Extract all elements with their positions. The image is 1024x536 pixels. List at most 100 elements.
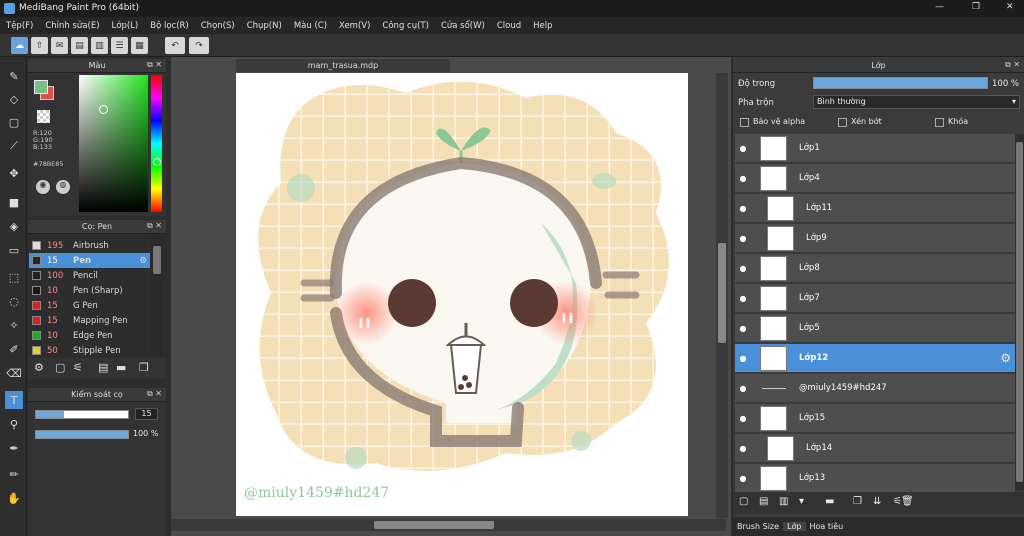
- brush-list-scrollbar[interactable]: [151, 236, 163, 356]
- document-icon[interactable]: ▥: [91, 37, 108, 54]
- menu-layer[interactable]: Lớp(L): [106, 21, 145, 31]
- hue-slider-handle[interactable]: [153, 158, 161, 166]
- hand-tool-icon[interactable]: ✋: [5, 489, 23, 507]
- menu-color[interactable]: Màu (C): [288, 21, 333, 31]
- color-picker-cursor[interactable]: [99, 105, 108, 114]
- visibility-eye-icon[interactable]: ●: [735, 384, 751, 393]
- visibility-eye-icon[interactable]: ●: [735, 264, 751, 273]
- layer-row[interactable]: ● Lớp1: [735, 134, 1015, 163]
- comment-icon[interactable]: ✉: [51, 37, 68, 54]
- lock-checkbox[interactable]: [935, 118, 944, 127]
- layer-list-scrollbar[interactable]: [1015, 134, 1024, 490]
- menu-tools[interactable]: Công cụ(T): [376, 21, 435, 31]
- menu-window[interactable]: Cửa sổ(W): [435, 21, 491, 31]
- brush-item[interactable]: 10 Edge Pen: [29, 328, 150, 343]
- brush-item[interactable]: 100 Pencil: [29, 268, 150, 283]
- new-8bit-layer-icon[interactable]: ▥: [779, 496, 788, 507]
- brush-item[interactable]: 195 Airbrush: [29, 238, 150, 253]
- tab-layer[interactable]: Lớp: [783, 522, 806, 531]
- tab-navigator[interactable]: Hoa tiêu: [806, 522, 848, 531]
- layer-row[interactable]: ● @miuly1459#hd247: [735, 374, 1015, 403]
- brush-folder-icon[interactable]: ▬: [116, 361, 126, 374]
- palette-alt-icon[interactable]: ◍: [56, 180, 70, 194]
- gradient-tool-icon[interactable]: ▭: [5, 241, 23, 259]
- brush-doc-icon[interactable]: ▤: [98, 361, 108, 374]
- visibility-eye-icon[interactable]: ●: [735, 174, 751, 183]
- panel-float-icon[interactable]: ⧉ ✕: [147, 221, 162, 231]
- menu-edit[interactable]: Chỉnh sửa(E): [39, 21, 105, 31]
- hue-slider[interactable]: [151, 75, 162, 212]
- duplicate-layer-icon[interactable]: ❐: [853, 496, 862, 507]
- delete-layer-icon[interactable]: 🗑: [901, 496, 914, 507]
- new-halftone-layer-icon[interactable]: ▤: [759, 496, 768, 507]
- layer-row[interactable]: ● Lớp7: [735, 284, 1015, 313]
- upload-icon[interactable]: ⇧: [31, 37, 48, 54]
- visibility-eye-icon[interactable]: ●: [735, 294, 751, 303]
- menu-filter[interactable]: Bộ lọc(R): [144, 21, 195, 31]
- text-tool-icon[interactable]: T: [5, 391, 23, 409]
- layer-row[interactable]: ● Lớp11: [735, 194, 1015, 223]
- brush-tool-icon[interactable]: ✎: [5, 67, 23, 85]
- visibility-eye-icon[interactable]: ●: [735, 444, 751, 453]
- cloud-icon[interactable]: ☁: [11, 37, 28, 54]
- menu-cloud[interactable]: Cloud: [491, 21, 527, 31]
- brush-item[interactable]: 15 Pen ⚙: [29, 253, 150, 268]
- lasso-tool-icon[interactable]: ◌: [5, 292, 23, 310]
- operation-tool-icon[interactable]: ⚲: [5, 415, 23, 433]
- maximize-button[interactable]: ❐: [972, 2, 980, 12]
- brush-size-slider[interactable]: [35, 410, 129, 419]
- layer-row[interactable]: ● Lớp14: [735, 434, 1015, 463]
- menu-help[interactable]: Help: [527, 21, 558, 31]
- brush-scroll-thumb[interactable]: [153, 246, 161, 274]
- pen-tool-icon[interactable]: ✏: [5, 465, 23, 483]
- layer-row[interactable]: ● Lớp15: [735, 404, 1015, 433]
- panel-float-icon[interactable]: ⧉ ✕: [147, 60, 162, 70]
- saturation-value-picker[interactable]: [79, 75, 148, 212]
- canvas-vertical-scrollbar[interactable]: [716, 73, 728, 518]
- minimize-button[interactable]: —: [935, 2, 944, 12]
- panel-float-icon[interactable]: ⧉ ✕: [1005, 60, 1020, 70]
- visibility-eye-icon[interactable]: ●: [735, 324, 751, 333]
- move-tool-icon[interactable]: ✥: [5, 164, 23, 182]
- menu-snap[interactable]: Chụp(N): [241, 21, 288, 31]
- layer-row[interactable]: ● Lớp5: [735, 314, 1015, 343]
- brush-add-icon[interactable]: ⚙: [34, 361, 44, 374]
- layer-folder-icon[interactable]: ▬: [825, 496, 834, 507]
- brush-opacity-slider[interactable]: [35, 430, 129, 439]
- merge-layer-icon[interactable]: ⇊: [873, 496, 881, 507]
- menu-select[interactable]: Chọn(S): [195, 21, 241, 31]
- brush-item[interactable]: 50 Stipple Pen: [29, 343, 150, 358]
- fill-shape-tool-icon[interactable]: ■: [5, 193, 23, 211]
- undo-icon[interactable]: ↶: [165, 37, 185, 54]
- primary-color-swatch[interactable]: [34, 80, 48, 94]
- tab-brush-size[interactable]: Brush Size: [733, 522, 783, 531]
- eyedropper-tool-icon[interactable]: ✒: [5, 439, 23, 457]
- new-brush-icon[interactable]: ▢: [55, 361, 65, 374]
- canvas-hscroll-thumb[interactable]: [374, 521, 494, 529]
- layer-row[interactable]: ● Lớp8: [735, 254, 1015, 283]
- canvas-vscroll-thumb[interactable]: [718, 243, 726, 343]
- layer-menu-icon[interactable]: ▾: [799, 496, 804, 507]
- layer-row[interactable]: ● Lớp12 ⚙: [735, 344, 1015, 373]
- brush-copy-icon[interactable]: ❐: [139, 361, 149, 374]
- select-eraser-tool-icon[interactable]: ⌫: [5, 364, 23, 382]
- brush-item[interactable]: 15 Mapping Pen: [29, 313, 150, 328]
- redo-icon[interactable]: ↷: [189, 37, 209, 54]
- layer-opacity-slider[interactable]: [813, 77, 988, 89]
- eraser-tool-icon[interactable]: ◇: [5, 90, 23, 108]
- bucket-tool-icon[interactable]: ◈: [5, 217, 23, 235]
- grid-icon[interactable]: ▦: [131, 37, 148, 54]
- visibility-eye-icon[interactable]: ●: [735, 474, 751, 483]
- brush-item[interactable]: 10 Pen (Sharp): [29, 283, 150, 298]
- brush-item[interactable]: 15 G Pen: [29, 298, 150, 313]
- layer-row[interactable]: ● Lớp4: [735, 164, 1015, 193]
- layer-row[interactable]: ● Lớp13: [735, 464, 1015, 493]
- protect-alpha-checkbox[interactable]: [740, 118, 749, 127]
- canvas-artwork[interactable]: @miuly1459#hd247: [236, 73, 688, 516]
- brush-options-icon[interactable]: ⚟: [73, 361, 83, 374]
- gear-icon[interactable]: ⚙: [139, 256, 147, 266]
- dot-tool-icon[interactable]: ⟋: [5, 137, 23, 155]
- layer-scroll-thumb[interactable]: [1016, 142, 1023, 482]
- visibility-eye-icon[interactable]: ●: [735, 204, 751, 213]
- blend-mode-select[interactable]: Bình thường ▾: [813, 95, 1020, 109]
